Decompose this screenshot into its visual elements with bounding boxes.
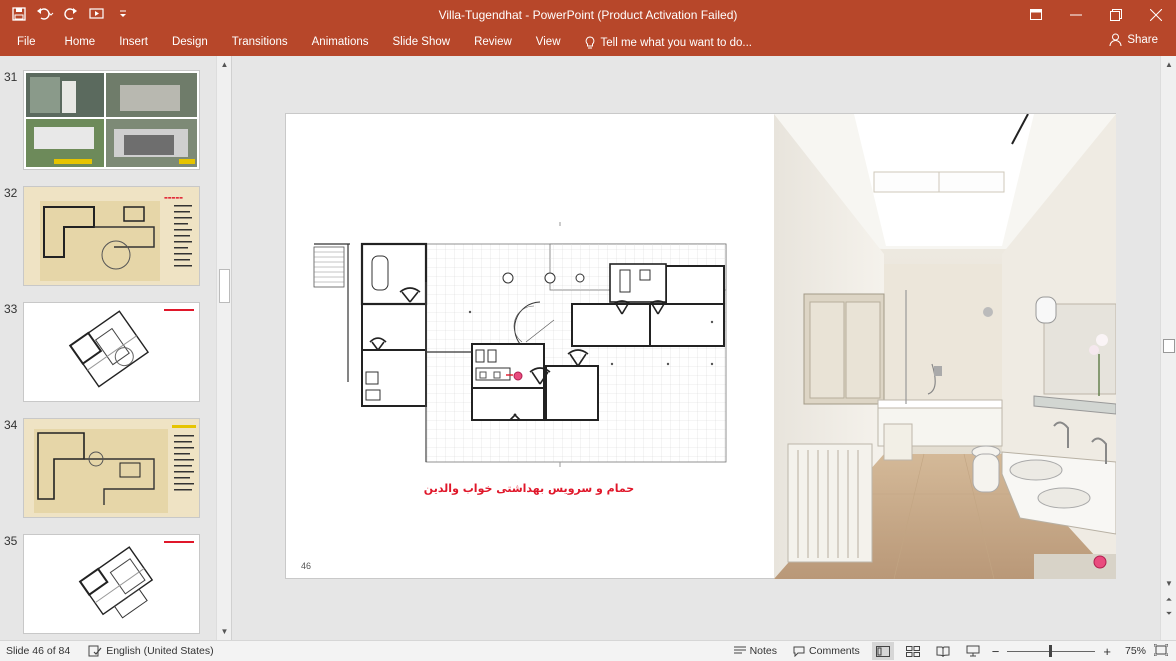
bathroom-photo — [774, 114, 1116, 579]
close-icon[interactable] — [1136, 0, 1176, 29]
ribbon-tabs: File Home Insert Design Transitions Anim… — [0, 29, 752, 56]
notes-icon — [733, 646, 746, 654]
zoom-level[interactable]: 75% — [1125, 645, 1146, 657]
notes-button[interactable]: Notes — [730, 644, 781, 658]
slide-caption: حمام و سرویس بهداشتی خواب والدین — [423, 482, 635, 495]
tab-review[interactable]: Review — [462, 29, 524, 56]
current-slide[interactable]: حمام و سرویس بهداشتی خواب والدین 46 — [285, 113, 1116, 579]
slide-show-icon[interactable] — [962, 642, 984, 660]
tab-insert[interactable]: Insert — [107, 29, 160, 56]
comment-icon — [793, 646, 805, 657]
minimize-icon[interactable] — [1056, 0, 1096, 29]
slide-editor: حمام و سرویس بهداشتی خواب والدین 46 — [233, 56, 1160, 640]
slide-thumbnail-pane: 31 32 ▬▬▬▬▬ 33 34 35 — [0, 56, 232, 640]
editor-scrollbar[interactable]: ▲ ▼ ⏶ ⏷ — [1160, 56, 1176, 640]
slide-position[interactable]: Slide 46 of 84 — [6, 645, 70, 657]
comments-label: Comments — [809, 645, 860, 657]
slide-sorter-icon[interactable] — [902, 642, 924, 660]
comments-button[interactable]: Comments — [789, 644, 864, 658]
tab-file[interactable]: File — [0, 29, 53, 56]
svg-text:▬▬▬▬▬: ▬▬▬▬▬ — [164, 195, 183, 200]
tab-slide-show[interactable]: Slide Show — [381, 29, 463, 56]
thumbnail-number: 34 — [4, 418, 18, 432]
status-bar: Slide 46 of 84 English (United States) N… — [0, 640, 1176, 661]
tab-home[interactable]: Home — [53, 29, 108, 56]
normal-view-icon[interactable] — [871, 642, 894, 660]
thumbnail-scrollbar[interactable]: ▲ ▼ — [216, 56, 231, 640]
tab-view[interactable]: View — [524, 29, 573, 56]
slide-page-number: 46 — [301, 561, 312, 571]
slide-thumbnail[interactable] — [23, 418, 200, 518]
window-title: Villa-Tugendhat - PowerPoint (Product Ac… — [438, 8, 738, 22]
share-button[interactable]: Share — [1109, 33, 1158, 46]
zoom-out-icon[interactable]: − — [992, 644, 1000, 659]
thumbnail-number: 35 — [4, 534, 18, 548]
scroll-down-icon[interactable]: ▼ — [219, 626, 230, 638]
next-slide-icon[interactable]: ⏷ — [1163, 608, 1175, 620]
thumbnail-number: 33 — [4, 302, 18, 316]
slide-thumbnail[interactable]: ▬▬▬▬▬ — [23, 186, 200, 286]
tab-transitions[interactable]: Transitions — [220, 29, 300, 56]
language-indicator[interactable]: English (United States) — [84, 644, 217, 658]
slide-thumbnail[interactable] — [23, 534, 200, 634]
zoom-slider[interactable] — [1007, 642, 1096, 660]
zoom-in-icon[interactable]: + — [1103, 644, 1111, 659]
slide-thumbnail[interactable] — [23, 302, 200, 402]
previous-slide-icon[interactable]: ⏶ — [1163, 594, 1175, 606]
thumbnail-number: 32 — [4, 186, 18, 200]
ribbon: File Home Insert Design Transitions Anim… — [0, 29, 1176, 56]
notes-label: Notes — [749, 645, 778, 657]
thumbnail-number: 31 — [4, 70, 18, 84]
language-label: English (United States) — [106, 645, 214, 657]
reading-view-icon[interactable] — [932, 642, 954, 660]
scroll-up-icon[interactable]: ▲ — [1163, 59, 1175, 71]
fit-slide-icon[interactable] — [1153, 643, 1169, 659]
tell-me-text: Tell me what you want to do... — [600, 36, 753, 49]
ribbon-display-options-icon[interactable] — [1016, 0, 1056, 29]
person-icon — [1109, 33, 1122, 46]
scroll-up-icon[interactable]: ▲ — [219, 59, 230, 71]
floor-plan-image — [313, 222, 727, 467]
title-bar: Villa-Tugendhat - PowerPoint (Product Ac… — [0, 0, 1176, 29]
scrollbar-thumb[interactable] — [219, 269, 230, 303]
spell-check-icon — [88, 645, 102, 657]
tell-me-box[interactable]: Tell me what you want to do... — [573, 36, 753, 49]
scrollbar-thumb[interactable] — [1163, 339, 1175, 353]
share-label: Share — [1127, 33, 1158, 46]
tab-animations[interactable]: Animations — [300, 29, 381, 56]
scroll-down-icon[interactable]: ▼ — [1163, 578, 1175, 590]
window-controls — [1016, 0, 1176, 29]
tab-design[interactable]: Design — [160, 29, 220, 56]
restore-icon[interactable] — [1096, 0, 1136, 29]
slide-thumbnail[interactable] — [23, 70, 200, 170]
lightbulb-icon — [585, 36, 594, 49]
